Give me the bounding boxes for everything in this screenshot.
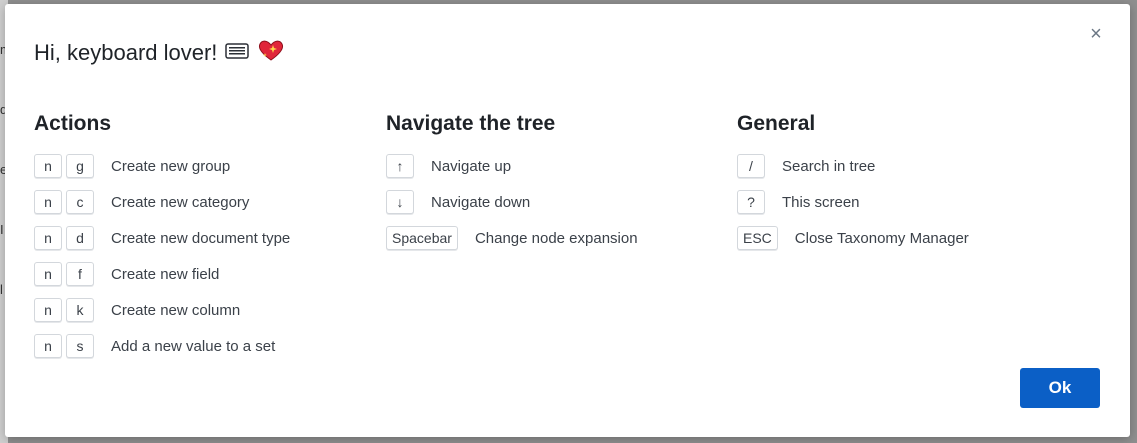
actions-section: Actions ng Create new group nc Create ne… [34,111,290,364]
shortcut-row: Spacebar Change node expansion [386,220,638,256]
key-cap: f [66,262,94,286]
arrow-up-key: ↑ [386,154,414,178]
sparkling-heart-icon [257,38,285,68]
backdrop-text: l [0,282,3,297]
shortcut-row: nk Create new column [34,292,290,328]
escape-key: ESC [737,226,778,250]
navigate-tree-section: Navigate the tree ↑ Navigate up ↓ Naviga… [386,111,638,256]
shortcut-description: Create new category [111,193,250,211]
ok-button[interactable]: Ok [1020,368,1100,408]
section-heading: General [737,112,816,135]
shortcut-description: Search in tree [782,157,876,175]
shortcut-description: This screen [782,193,860,211]
key-cap: n [34,298,62,322]
shortcut-row: nf Create new field [34,256,290,292]
close-icon: × [1090,22,1102,45]
section-heading: Actions [34,112,112,135]
key-cap: k [66,298,94,322]
keyboard-shortcuts-dialog: × Hi, keyboard lover! Actions ng Create … [5,4,1130,437]
key-cap: n [34,154,62,178]
shortcut-description: Create new field [111,265,220,283]
shortcut-description: Create new column [111,301,241,319]
spacebar-key: Spacebar [386,226,458,250]
shortcut-row: ns Add a new value to a set [34,328,290,364]
dialog-title-text: Hi, keyboard lover! [34,40,218,65]
key-cap: g [66,154,94,178]
shortcut-description: Close Taxonomy Manager [794,229,969,247]
shortcut-row: ↑ Navigate up [386,148,638,184]
key-cap: n [34,262,62,286]
key-cap: n [34,334,62,358]
arrow-down-key: ↓ [386,190,414,214]
dialog-title: Hi, keyboard lover! [34,38,285,68]
shortcut-row: ↓ Navigate down [386,184,638,220]
general-section: General / Search in tree ? This screen E… [737,111,969,256]
shortcut-row: / Search in tree [737,148,969,184]
key-cap: c [66,190,94,214]
shortcut-description: Change node expansion [474,229,638,247]
backdrop-text: I [0,222,4,237]
shortcut-row: ESC Close Taxonomy Manager [737,220,969,256]
shortcut-row: nd Create new document type [34,220,290,256]
key-cap: d [66,226,94,250]
shortcut-description: Navigate down [431,193,531,211]
shortcut-description: Create new document type [111,229,291,247]
shortcut-description: Create new group [111,157,231,175]
slash-key: / [737,154,765,178]
shortcut-row: ? This screen [737,184,969,220]
close-button[interactable]: × [1084,22,1108,46]
shortcut-description: Navigate up [431,157,512,175]
key-cap: n [34,226,62,250]
shortcut-row: ng Create new group [34,148,290,184]
question-key: ? [737,190,765,214]
shortcut-description: Add a new value to a set [111,337,276,355]
keyboard-icon [225,42,250,64]
section-heading: Navigate the tree [386,112,556,135]
shortcut-row: nc Create new category [34,184,290,220]
key-cap: n [34,190,62,214]
key-cap: s [66,334,94,358]
